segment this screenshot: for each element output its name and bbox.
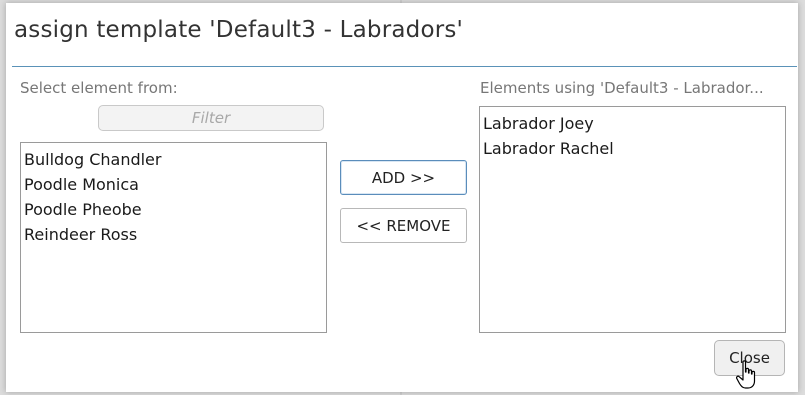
title-divider <box>12 66 797 67</box>
source-list-label: Select element from: <box>20 79 178 97</box>
list-item[interactable]: Labrador Rachel <box>480 136 785 161</box>
list-item[interactable]: Poodle Monica <box>21 172 326 197</box>
assigned-list-label: Elements using 'Default3 - Labrador... <box>480 79 764 97</box>
list-item[interactable]: Bulldog Chandler <box>21 147 326 172</box>
add-button[interactable]: ADD >> <box>340 160 467 195</box>
dialog-title: assign template 'Default3 - Labradors' <box>14 17 464 43</box>
assign-template-dialog: assign template 'Default3 - Labradors' S… <box>6 3 798 392</box>
list-item[interactable]: Poodle Pheobe <box>21 197 326 222</box>
assigned-element-list[interactable]: Labrador Joey Labrador Rachel <box>479 106 786 333</box>
hand-pointer-icon <box>736 360 756 389</box>
list-item[interactable]: Labrador Joey <box>480 111 785 136</box>
list-item[interactable]: Reindeer Ross <box>21 222 326 247</box>
source-element-list[interactable]: Bulldog Chandler Poodle Monica Poodle Ph… <box>20 142 327 333</box>
filter-input[interactable] <box>98 105 324 131</box>
remove-button[interactable]: << REMOVE <box>340 208 467 243</box>
